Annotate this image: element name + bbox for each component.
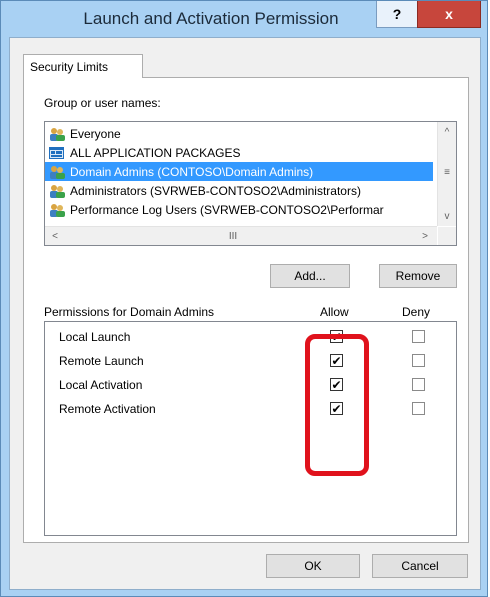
user-list-item[interactable]: Administrators (SVRWEB-CONTOSO2\Administ… bbox=[45, 181, 433, 200]
permission-row: Remote Activation ✔ bbox=[59, 399, 439, 419]
permission-row: Local Launch ✔ bbox=[59, 327, 439, 347]
permissions-title: Permissions for Domain Admins bbox=[44, 305, 215, 319]
permission-row: Local Activation ✔ bbox=[59, 375, 439, 395]
dialog-window: Launch and Activation Permission ? x Sec… bbox=[0, 0, 488, 597]
user-list-item[interactable]: Everyone bbox=[45, 124, 433, 143]
dialog-client-area: Security Limits Group or user names: Eve… bbox=[9, 37, 481, 590]
remove-button[interactable]: Remove bbox=[379, 264, 457, 288]
horizontal-scrollbar[interactable]: < III > bbox=[45, 226, 437, 245]
group-label: Group or user names: bbox=[44, 96, 161, 110]
deny-checkbox[interactable] bbox=[412, 378, 425, 391]
deny-checkbox[interactable] bbox=[412, 402, 425, 415]
tab-panel: Group or user names: Everyone ALL APPLICA… bbox=[23, 77, 469, 543]
allow-column-highlight bbox=[305, 334, 369, 476]
scroll-grip-h-icon[interactable]: III bbox=[225, 228, 241, 244]
permission-name: Remote Activation bbox=[59, 402, 156, 416]
vertical-scrollbar[interactable]: ^ ≡ v bbox=[437, 122, 456, 226]
users-icon bbox=[50, 165, 65, 179]
user-list-item[interactable]: Performance Log Users (SVRWEB-CONTOSO2\P… bbox=[45, 200, 433, 219]
scroll-up-icon[interactable]: ^ bbox=[439, 124, 455, 140]
user-name: ALL APPLICATION PACKAGES bbox=[70, 145, 241, 160]
app-packages-icon bbox=[49, 146, 64, 159]
scroll-down-icon[interactable]: v bbox=[439, 208, 455, 224]
deny-checkbox[interactable] bbox=[412, 354, 425, 367]
user-name: Domain Admins (CONTOSO\Domain Admins) bbox=[70, 164, 314, 179]
ok-button[interactable]: OK bbox=[266, 554, 360, 578]
group-user-list[interactable]: Everyone ALL APPLICATION PACKAGES Domain A… bbox=[44, 121, 457, 246]
user-list-item[interactable]: Domain Admins (CONTOSO\Domain Admins) bbox=[45, 162, 433, 181]
deny-header: Deny bbox=[402, 305, 431, 319]
scroll-right-icon[interactable]: > bbox=[417, 228, 433, 244]
deny-checkbox[interactable] bbox=[412, 330, 425, 343]
users-icon bbox=[50, 203, 65, 217]
tab-security-limits[interactable]: Security Limits bbox=[23, 54, 143, 78]
user-name: Administrators (SVRWEB-CONTOSO2\Administ… bbox=[70, 183, 361, 198]
close-button[interactable]: x bbox=[417, 1, 481, 28]
permission-name: Remote Launch bbox=[59, 354, 144, 368]
user-name: Everyone bbox=[70, 126, 121, 141]
user-list-item[interactable]: ALL APPLICATION PACKAGES bbox=[45, 143, 433, 162]
users-icon bbox=[50, 127, 65, 141]
permission-name: Local Activation bbox=[59, 378, 143, 392]
scroll-corner bbox=[438, 227, 456, 245]
users-icon bbox=[50, 184, 65, 198]
cancel-button[interactable]: Cancel bbox=[372, 554, 468, 578]
add-button[interactable]: Add... bbox=[270, 264, 350, 288]
window-title: Launch and Activation Permission bbox=[83, 9, 339, 28]
help-button[interactable]: ? bbox=[376, 1, 418, 28]
title-bar[interactable]: Launch and Activation Permission ? x bbox=[1, 1, 487, 35]
scroll-left-icon[interactable]: < bbox=[47, 228, 63, 244]
permission-name: Local Launch bbox=[59, 330, 131, 344]
permissions-list: Local Launch ✔ Remote Launch ✔ Local Activat… bbox=[44, 321, 457, 536]
user-name: Performance Log Users (SVRWEB-CONTOSO2\P… bbox=[70, 202, 384, 217]
allow-header: Allow bbox=[320, 305, 349, 319]
permission-row: Remote Launch ✔ bbox=[59, 351, 439, 371]
scroll-grip-icon[interactable]: ≡ bbox=[439, 164, 455, 180]
